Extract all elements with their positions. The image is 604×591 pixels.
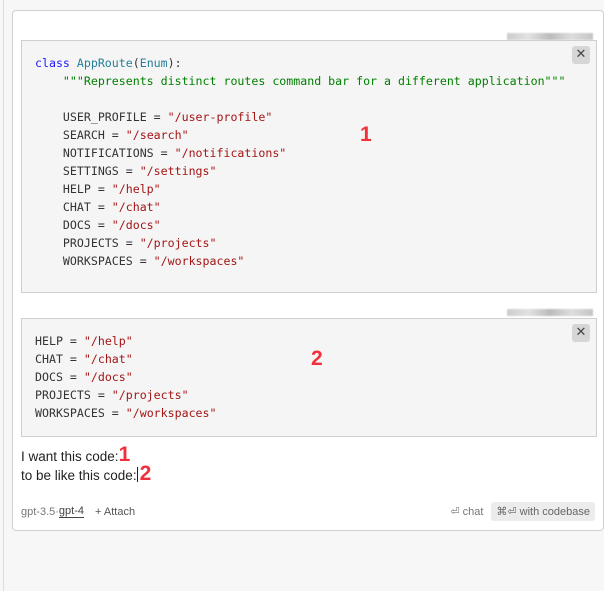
panel-divider xyxy=(3,0,4,591)
code-token: """Represents distinct routes command ba… xyxy=(62,74,566,88)
attach-button[interactable]: + Attach xyxy=(95,506,135,518)
annotation-1: 1 xyxy=(118,443,131,466)
code-token: ): xyxy=(167,56,182,70)
annotation-2: 2 xyxy=(311,347,323,370)
code-token: "/help" xyxy=(111,182,161,196)
code-token: "/settings" xyxy=(139,164,217,178)
close-icon[interactable]: ✕ xyxy=(572,46,590,64)
file-label-blurred xyxy=(507,33,593,40)
code-token: "/chat" xyxy=(83,352,133,366)
annotation-2: 2 xyxy=(139,462,152,485)
code-token: ( xyxy=(132,56,140,70)
code-content: HELP = "/help" CHAT = "/chat" DOCS = "/d… xyxy=(22,319,596,422)
code-token: SETTINGS = xyxy=(35,164,140,178)
code-token: PROJECTS = xyxy=(35,236,140,250)
file-label-blurred xyxy=(507,309,593,316)
chat-button[interactable]: ⏎ chat xyxy=(450,505,483,518)
code-token: "/docs" xyxy=(83,370,133,384)
model-gpt-3-5[interactable]: gpt-3.5 xyxy=(21,506,55,518)
message-input[interactable]: I want this code:1 to be like this code:… xyxy=(21,444,152,485)
close-icon[interactable]: ✕ xyxy=(572,324,590,342)
code-content: class AppRoute(Enum): """Represents dist… xyxy=(22,41,596,270)
code-token: AppRoute xyxy=(76,56,133,70)
model-gpt-4[interactable]: gpt-4 xyxy=(58,505,84,518)
code-block-2: HELP = "/help" CHAT = "/chat" DOCS = "/d… xyxy=(21,318,597,437)
code-token: DOCS = xyxy=(35,218,112,232)
code-token: HELP = xyxy=(35,182,112,196)
code-token: "/search" xyxy=(125,128,189,142)
code-block-1: class AppRoute(Enum): """Represents dist… xyxy=(21,40,597,293)
code-token: "/workspaces" xyxy=(153,254,245,268)
input-line-2: to be like this code: xyxy=(21,468,137,483)
code-token: "/notifications" xyxy=(174,146,287,160)
code-token: "/workspaces" xyxy=(125,406,217,420)
code-token: HELP = xyxy=(35,334,84,348)
code-token: "/docs" xyxy=(111,218,161,232)
with-codebase-button[interactable]: ⌘⏎ with codebase xyxy=(491,502,595,521)
code-token: "/user-profile" xyxy=(167,110,273,124)
code-token: "/projects" xyxy=(111,388,189,402)
code-token: "/chat" xyxy=(111,200,161,214)
code-token: NOTIFICATIONS = xyxy=(35,146,175,160)
code-token: CHAT = xyxy=(35,200,112,214)
code-token: "/help" xyxy=(83,334,133,348)
code-token: CHAT = xyxy=(35,352,84,366)
code-token: Enum xyxy=(139,56,168,70)
input-footer: gpt-3.5 · gpt-4 + Attach ⏎ chat ⌘⏎ with … xyxy=(21,502,595,521)
code-token: WORKSPACES = xyxy=(35,406,126,420)
code-token: USER_PROFILE = xyxy=(35,110,168,124)
chat-input-card: class AppRoute(Enum): """Represents dist… xyxy=(12,10,604,531)
input-line-1: I want this code: xyxy=(21,449,119,464)
text-caret xyxy=(136,467,138,482)
code-token: class xyxy=(35,56,77,70)
code-token: DOCS = xyxy=(35,370,84,384)
code-token: PROJECTS = xyxy=(35,388,112,402)
annotation-1: 1 xyxy=(360,123,372,146)
code-token: SEARCH = xyxy=(35,128,126,142)
code-token: WORKSPACES = xyxy=(35,254,154,268)
code-token: "/projects" xyxy=(139,236,217,250)
